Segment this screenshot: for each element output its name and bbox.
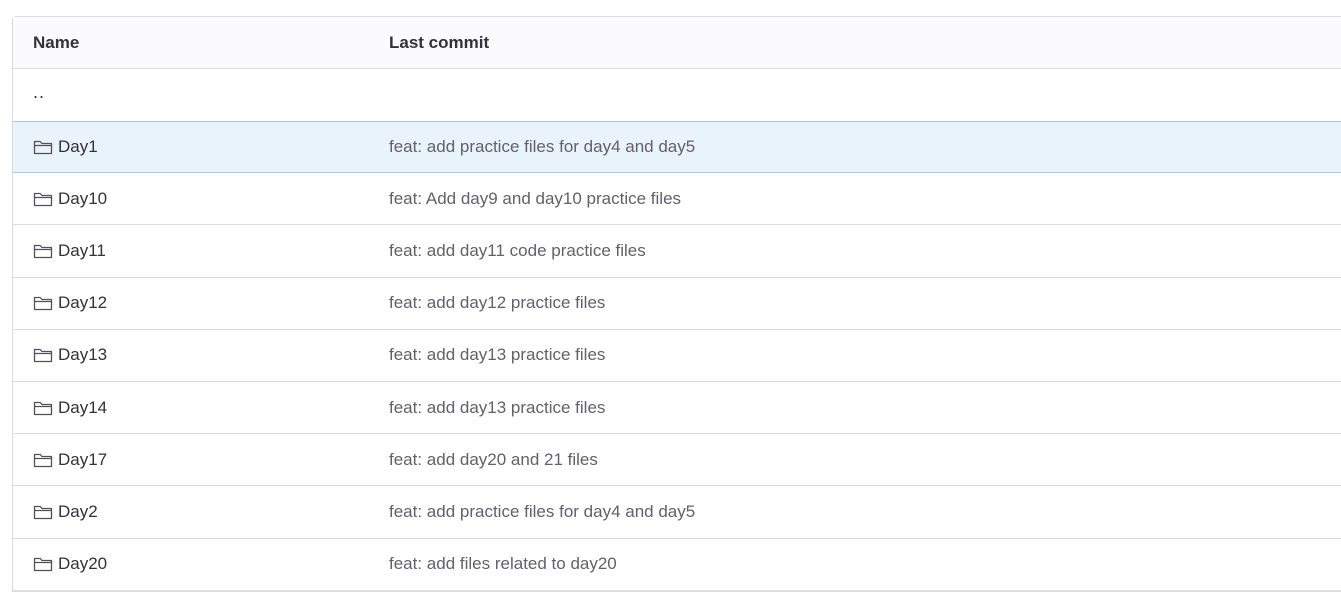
folder-name-link[interactable]: Day17 [58, 450, 107, 470]
header-commit-label: Last commit [389, 32, 490, 52]
folder-name-link[interactable]: Day13 [58, 345, 107, 365]
header-name-cell: Name [13, 33, 389, 53]
name-cell: Day13 [13, 345, 389, 365]
commit-cell: feat: add practice files for day4 and da… [389, 137, 1341, 157]
folder-name-link[interactable]: Day20 [58, 554, 107, 574]
name-cell: Day1 [13, 137, 389, 157]
folder-name-link[interactable]: Day11 [58, 241, 106, 261]
commit-cell: feat: add day12 practice files [389, 293, 1341, 313]
folder-icon [33, 504, 53, 520]
folder-name-link[interactable]: Day14 [58, 398, 107, 418]
folder-name-link[interactable]: Day12 [58, 293, 107, 313]
table-row-day12[interactable]: Day12 feat: add day12 practice files [13, 278, 1341, 330]
folder-icon [33, 243, 53, 259]
folder-icon [33, 556, 53, 572]
parent-directory-link[interactable]: .. [33, 82, 45, 103]
table-row-day17[interactable]: Day17 feat: add day20 and 21 files [13, 434, 1341, 487]
table-row-day10[interactable]: Day10 feat: Add day9 and day10 practice … [13, 173, 1341, 226]
folder-icon [33, 452, 53, 468]
file-rows: Day1 feat: add practice files for day4 a… [13, 121, 1341, 591]
table-row-day20[interactable]: Day20 feat: add files related to day20 [13, 539, 1341, 591]
name-cell: Day12 [13, 293, 389, 313]
folder-icon [33, 139, 53, 155]
table-header: Name Last commit [13, 17, 1341, 69]
commit-cell: feat: add files related to day20 [389, 554, 1341, 574]
name-cell: Day14 [13, 398, 389, 418]
table-row-day13[interactable]: Day13 feat: add day13 practice files [13, 330, 1341, 382]
commit-cell: feat: add day20 and 21 files [389, 450, 1341, 470]
commit-message-link[interactable]: feat: add practice files for day4 and da… [389, 502, 695, 522]
name-cell: Day2 [13, 502, 389, 522]
folder-icon [33, 400, 53, 416]
table-row-day2[interactable]: Day2 feat: add practice files for day4 a… [13, 486, 1341, 539]
commit-cell: feat: Add day9 and day10 practice files [389, 189, 1341, 209]
commit-message-link[interactable]: feat: add files related to day20 [389, 554, 617, 574]
folder-icon [33, 295, 53, 311]
commit-cell: feat: add practice files for day4 and da… [389, 502, 1341, 522]
commit-message-link[interactable]: feat: add day13 practice files [389, 345, 605, 365]
name-cell: Day11 [13, 241, 389, 261]
table-row-day14[interactable]: Day14 feat: add day13 practice files [13, 382, 1341, 435]
table-row-day11[interactable]: Day11 feat: add day11 code practice file… [13, 225, 1341, 278]
header-name-label: Name [33, 32, 80, 52]
commit-message-link[interactable]: feat: add day11 code practice files [389, 241, 646, 261]
folder-icon [33, 191, 53, 207]
header-commit-cell: Last commit [389, 33, 1341, 53]
name-cell: Day17 [13, 450, 389, 470]
parent-directory-row[interactable]: .. [13, 69, 1341, 122]
folder-name-link[interactable]: Day2 [58, 502, 98, 522]
folder-name-link[interactable]: Day1 [58, 137, 98, 157]
name-cell: Day10 [13, 189, 389, 209]
folder-icon [33, 347, 53, 363]
commit-message-link[interactable]: feat: add day13 practice files [389, 398, 605, 418]
parent-name-cell: .. [13, 82, 389, 106]
commit-cell: feat: add day13 practice files [389, 398, 1341, 418]
commit-cell: feat: add day13 practice files [389, 345, 1341, 365]
commit-message-link[interactable]: feat: add day12 practice files [389, 293, 605, 313]
file-tree-table: Name Last commit .. Day1 feat: add pract… [12, 16, 1341, 592]
commit-message-link[interactable]: feat: add practice files for day4 and da… [389, 137, 695, 157]
commit-cell: feat: add day11 code practice files [389, 241, 1341, 261]
folder-name-link[interactable]: Day10 [58, 189, 107, 209]
name-cell: Day20 [13, 554, 389, 574]
commit-message-link[interactable]: feat: add day20 and 21 files [389, 450, 598, 470]
commit-message-link[interactable]: feat: Add day9 and day10 practice files [389, 189, 681, 209]
table-row-day1[interactable]: Day1 feat: add practice files for day4 a… [13, 121, 1341, 174]
